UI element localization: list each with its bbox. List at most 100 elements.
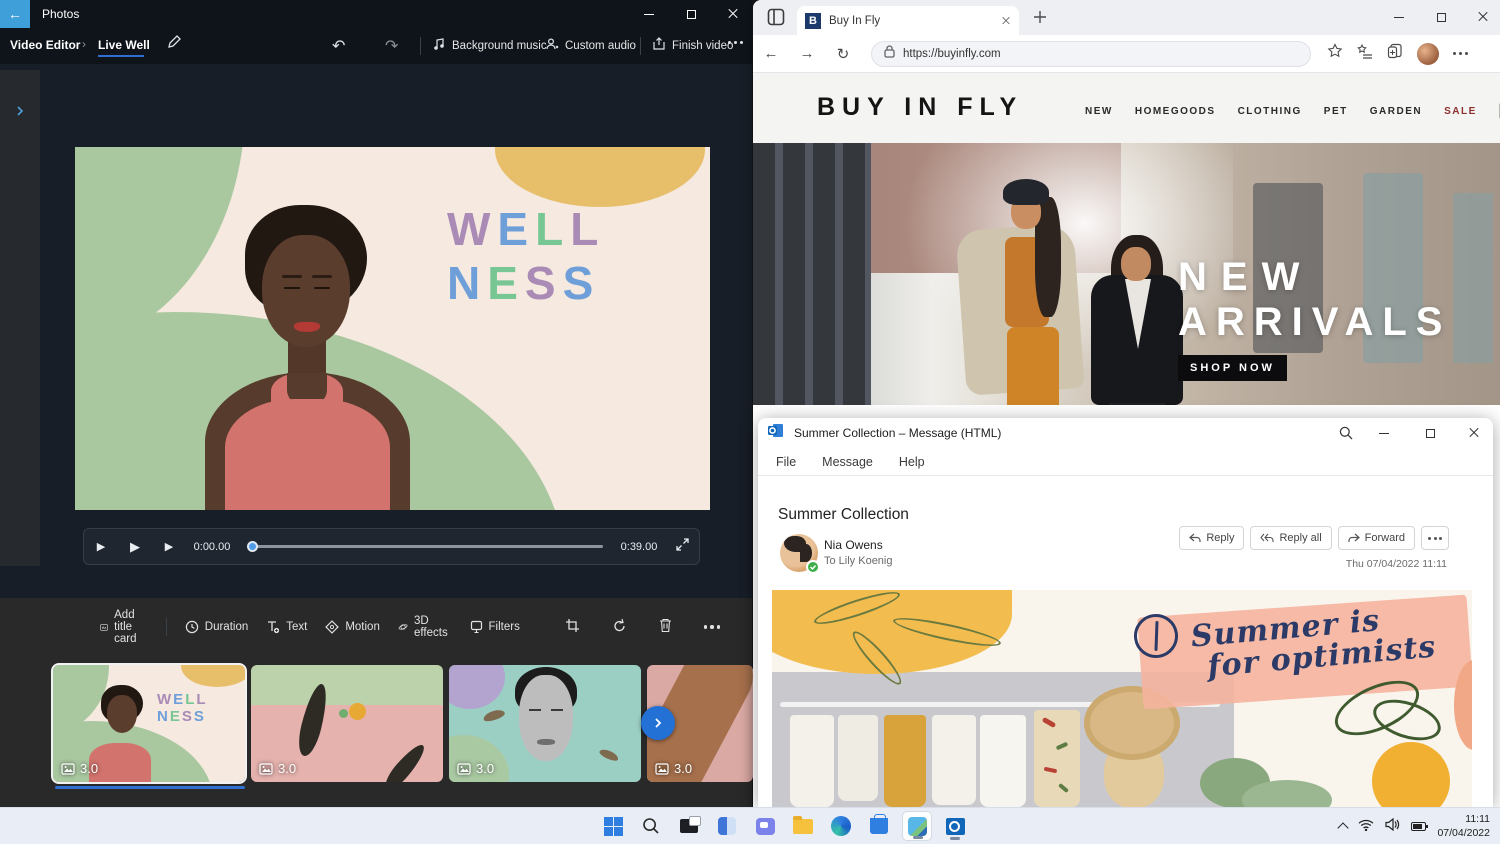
breadcrumb-current[interactable]: Live Well: [98, 38, 150, 52]
timeline-clip-2[interactable]: 3.0: [251, 665, 443, 782]
menu-file[interactable]: File: [776, 455, 796, 469]
edge-taskbar-button[interactable]: [826, 811, 856, 841]
edge-close-button[interactable]: [1466, 4, 1500, 30]
outlook-search-icon[interactable]: [1339, 426, 1353, 445]
search-button[interactable]: [636, 811, 666, 841]
video-preview-frame[interactable]: WELL NESS: [75, 147, 710, 510]
wifi-icon[interactable]: [1358, 818, 1374, 836]
nav-clothing[interactable]: CLOTHING: [1238, 106, 1302, 117]
clip-duration-label: 3.0: [80, 761, 98, 776]
browser-refresh-icon[interactable]: ↻: [825, 45, 861, 63]
undo-icon[interactable]: ↶: [332, 36, 345, 56]
start-button[interactable]: [598, 811, 628, 841]
nav-sale[interactable]: SALE: [1444, 106, 1477, 117]
preview-woman-eye: [284, 287, 300, 289]
menu-help[interactable]: Help: [899, 455, 925, 469]
battery-icon[interactable]: [1411, 822, 1426, 831]
browser-back-icon[interactable]: ←: [753, 45, 789, 62]
outlook-maximize-button[interactable]: [1413, 420, 1447, 446]
finish-video-button[interactable]: Finish video: [652, 37, 733, 54]
crop-icon[interactable]: [565, 618, 580, 636]
favorites-icon[interactable]: [1357, 43, 1373, 64]
shop-now-button[interactable]: SHOP NOW: [1178, 355, 1287, 381]
photos-close-button[interactable]: [716, 1, 750, 27]
previous-frame-button[interactable]: ◀: [84, 540, 118, 553]
timeline-clip-3[interactable]: 3.0: [449, 665, 641, 782]
redo-icon[interactable]: ↷: [385, 36, 398, 56]
file-explorer-button[interactable]: [788, 811, 818, 841]
expand-sidebar-chevron-icon[interactable]: [14, 104, 26, 122]
store-button[interactable]: [864, 811, 894, 841]
browser-tab[interactable]: B Buy In Fly: [797, 6, 1019, 35]
volume-icon[interactable]: [1385, 818, 1400, 836]
new-tab-icon[interactable]: [1033, 10, 1047, 29]
menu-message[interactable]: Message: [822, 455, 873, 469]
nav-homegoods[interactable]: HOMEGOODS: [1135, 106, 1216, 117]
seek-thumb[interactable]: [247, 541, 258, 552]
outlook-message-window: Summer Collection – Message (HTML) File …: [758, 418, 1493, 807]
edge-maximize-button[interactable]: [1424, 4, 1458, 30]
tab-actions-icon[interactable]: [767, 8, 785, 31]
tab-close-icon[interactable]: [1001, 16, 1011, 26]
nav-garden[interactable]: GARDEN: [1370, 106, 1422, 117]
rename-project-pencil-icon[interactable]: [166, 34, 182, 55]
custom-audio-button[interactable]: Custom audio: [545, 37, 636, 54]
seek-slider[interactable]: [248, 545, 603, 548]
tray-chevron-icon[interactable]: [1339, 821, 1347, 832]
browser-menu-icon[interactable]: [1453, 52, 1468, 55]
chat-button[interactable]: [750, 811, 780, 841]
site-logo[interactable]: BUY IN FLY: [817, 93, 1023, 122]
browser-forward-icon[interactable]: →: [789, 45, 825, 62]
next-frame-button[interactable]: ▶: [152, 540, 186, 553]
reply-button[interactable]: Reply: [1179, 526, 1244, 550]
filters-button[interactable]: Filters: [470, 620, 520, 634]
photos-minimize-button[interactable]: [632, 1, 666, 27]
clip-art-dot: [339, 709, 348, 718]
clip-art-leaf: [381, 740, 429, 782]
sender-avatar[interactable]: [780, 534, 818, 572]
text-button[interactable]: Text: [266, 620, 307, 634]
outlook-minimize-button[interactable]: [1367, 420, 1401, 446]
rotate-icon[interactable]: [612, 618, 627, 636]
more-clip-options-icon[interactable]: [704, 625, 721, 629]
more-options-icon[interactable]: [728, 41, 743, 44]
nav-pet[interactable]: PET: [1324, 106, 1348, 117]
more-message-actions-button[interactable]: [1421, 526, 1449, 550]
task-view-button[interactable]: [674, 811, 704, 841]
back-button[interactable]: ←: [0, 0, 30, 28]
reply-all-button[interactable]: Reply all: [1250, 526, 1331, 550]
outlook-close-button[interactable]: [1457, 420, 1491, 446]
reply-all-label: Reply all: [1279, 532, 1321, 544]
sender-name[interactable]: Nia Owens: [824, 538, 883, 552]
edge-minimize-button[interactable]: [1382, 4, 1416, 30]
url-text[interactable]: https://buyinfly.com: [903, 48, 1001, 60]
collections-icon[interactable]: [1387, 43, 1403, 64]
nav-new[interactable]: NEW: [1085, 106, 1113, 117]
breadcrumb-root[interactable]: Video Editor: [10, 38, 80, 52]
taskbar-center-icons: [598, 811, 970, 841]
favorite-this-page-icon[interactable]: [1327, 43, 1343, 64]
photos-taskbar-button[interactable]: [902, 811, 932, 841]
background-music-button[interactable]: Background music: [432, 37, 547, 54]
recipient-line[interactable]: To Lily Koenig: [824, 555, 893, 567]
duration-button[interactable]: Duration: [185, 620, 248, 634]
address-bar[interactable]: https://buyinfly.com: [871, 41, 1311, 67]
motion-button[interactable]: Motion: [325, 620, 380, 634]
fullscreen-icon[interactable]: [665, 538, 699, 556]
widgets-button[interactable]: [712, 811, 742, 841]
3d-effects-button[interactable]: 3D effects: [398, 615, 452, 639]
hero-banner[interactable]: NEW ARRIVALS SHOP NOW: [753, 143, 1500, 405]
outlook-taskbar-button[interactable]: [940, 811, 970, 841]
preview-woman-brow: [312, 275, 332, 278]
play-button[interactable]: ▶: [118, 539, 152, 555]
scroll-clips-next-button[interactable]: [641, 706, 675, 740]
taskbar-clock[interactable]: 11:11 07/04/2022: [1437, 813, 1490, 840]
timeline-clip-1[interactable]: WELL NESS 3.0: [53, 665, 245, 782]
forward-button[interactable]: Forward: [1338, 526, 1415, 550]
edge-address-toolbar: ← → ↻ https://buyinfly.com: [753, 35, 1500, 73]
delete-icon[interactable]: [659, 618, 672, 636]
photos-maximize-button[interactable]: [674, 1, 708, 27]
clips-scrollbar[interactable]: [55, 786, 245, 789]
add-title-card-button[interactable]: Add title card: [100, 609, 148, 645]
profile-avatar[interactable]: [1417, 43, 1439, 65]
